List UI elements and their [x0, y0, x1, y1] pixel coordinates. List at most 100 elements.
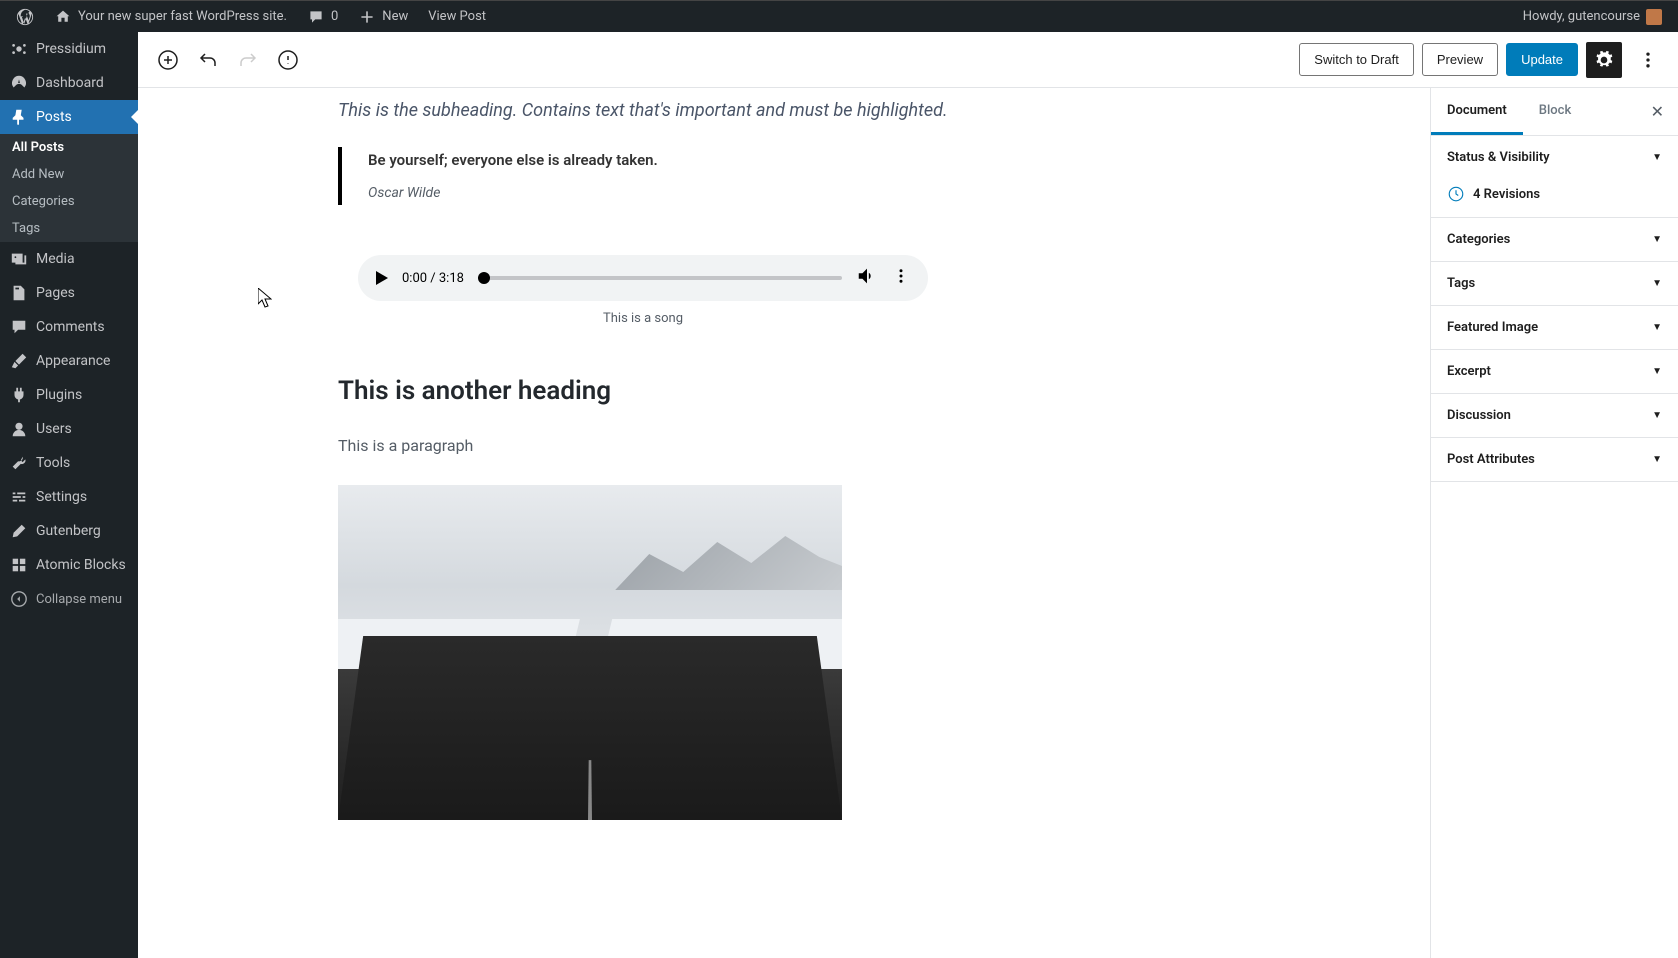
collapse-label: Collapse menu [36, 592, 122, 607]
settings-sidebar: Document Block ✕ Status & Visibility ▼ 4… [1430, 88, 1678, 958]
sidebar-item-posts[interactable]: Posts [0, 100, 138, 134]
collapse-menu[interactable]: Collapse menu [0, 582, 138, 616]
menu-label: Comments [36, 319, 105, 335]
panel-title: Tags [1447, 276, 1475, 291]
preview-button[interactable]: Preview [1422, 43, 1498, 76]
menu-label: Pressidium [36, 41, 106, 57]
undo-button[interactable] [190, 42, 226, 78]
chevron-down-icon: ▼ [1652, 322, 1662, 333]
menu-label: Atomic Blocks [36, 557, 126, 573]
quote-citation: Oscar Wilde [368, 185, 440, 201]
switch-to-draft-button[interactable]: Switch to Draft [1299, 43, 1414, 76]
add-block-button[interactable] [150, 42, 186, 78]
volume-icon[interactable] [856, 265, 878, 291]
menu-label: Pages [36, 285, 75, 301]
sidebar-item-appearance[interactable]: Appearance [0, 344, 138, 378]
audio-time: 0:00 / 3:18 [402, 271, 464, 286]
howdy-text: Howdy, gutencourse [1523, 9, 1640, 24]
audio-caption[interactable]: This is a song [358, 311, 928, 326]
submenu-add-new[interactable]: Add New [0, 161, 138, 188]
more-options-button[interactable] [1630, 42, 1666, 78]
submenu-all-posts[interactable]: All Posts [0, 134, 138, 161]
wordpress-logo-item[interactable] [8, 1, 42, 33]
close-panel-button[interactable]: ✕ [1637, 88, 1678, 135]
sidebar-item-comments[interactable]: Comments [0, 310, 138, 344]
editor-wrapper: Switch to Draft Preview Update This is t… [138, 32, 1678, 958]
content-structure-button[interactable] [270, 42, 306, 78]
update-button[interactable]: Update [1506, 43, 1578, 76]
image-block[interactable] [338, 485, 842, 820]
panel-excerpt[interactable]: Excerpt ▼ [1431, 350, 1678, 393]
brush-icon [10, 352, 28, 370]
heading-block[interactable]: This is another heading [338, 376, 948, 406]
panel-discussion[interactable]: Discussion ▼ [1431, 394, 1678, 437]
revisions-link[interactable]: 4 Revisions [1447, 185, 1662, 203]
tab-block[interactable]: Block [1523, 89, 1587, 135]
audio-player: 0:00 / 3:18 [358, 255, 928, 301]
user-icon [10, 420, 28, 438]
play-icon[interactable] [376, 271, 388, 285]
sidebar-item-pressidium[interactable]: Pressidium [0, 32, 138, 66]
comments-icon [10, 318, 28, 336]
chevron-down-icon: ▼ [1652, 152, 1662, 163]
menu-label: Settings [36, 489, 87, 505]
panel-title: Status & Visibility [1447, 150, 1550, 165]
panel-featured-image[interactable]: Featured Image ▼ [1431, 306, 1678, 349]
comments-item[interactable]: 0 [299, 1, 346, 33]
site-name-item[interactable]: Your new super fast WordPress site. [46, 1, 295, 33]
panel-status-visibility[interactable]: Status & Visibility ▼ [1431, 136, 1678, 179]
pages-icon [10, 284, 28, 302]
panel-categories[interactable]: Categories ▼ [1431, 218, 1678, 261]
panel-title: Post Attributes [1447, 452, 1535, 467]
audio-seek-bar[interactable] [478, 276, 842, 280]
chevron-down-icon: ▼ [1652, 366, 1662, 377]
comment-count: 0 [331, 9, 338, 24]
sidebar-item-settings[interactable]: Settings [0, 480, 138, 514]
new-content-item[interactable]: New [350, 1, 416, 33]
sidebar-item-users[interactable]: Users [0, 412, 138, 446]
new-label: New [382, 9, 408, 24]
wordpress-logo-icon [16, 8, 34, 26]
paragraph-block[interactable]: This is a paragraph [338, 436, 948, 455]
menu-label: Users [36, 421, 72, 437]
avatar-icon [1646, 9, 1662, 25]
plus-icon [358, 8, 376, 26]
tab-document[interactable]: Document [1431, 89, 1523, 135]
settings-gear-button[interactable] [1586, 42, 1622, 78]
history-icon [1447, 185, 1465, 203]
dashboard-icon [10, 74, 28, 92]
collapse-icon [10, 590, 28, 608]
panel-title: Featured Image [1447, 320, 1538, 335]
editor-header: Switch to Draft Preview Update [138, 32, 1678, 88]
chevron-down-icon: ▼ [1652, 234, 1662, 245]
sidebar-item-plugins[interactable]: Plugins [0, 378, 138, 412]
quote-block[interactable]: Be yourself; everyone else is already ta… [338, 147, 948, 205]
editor-canvas[interactable]: This is the subheading. Contains text th… [138, 88, 1430, 958]
chevron-down-icon: ▼ [1652, 278, 1662, 289]
user-account-item[interactable]: Howdy, gutencourse [1515, 1, 1670, 33]
media-icon [10, 250, 28, 268]
submenu-tags[interactable]: Tags [0, 215, 138, 242]
sidebar-item-tools[interactable]: Tools [0, 446, 138, 480]
view-post-item[interactable]: View Post [420, 1, 494, 33]
menu-label: Gutenberg [36, 523, 101, 539]
seek-handle[interactable] [478, 272, 490, 284]
menu-label: Appearance [36, 353, 110, 369]
admin-sidebar: Pressidium Dashboard Posts All Posts Add… [0, 32, 138, 958]
menu-label: Plugins [36, 387, 82, 403]
sidebar-item-dashboard[interactable]: Dashboard [0, 66, 138, 100]
subheading-block[interactable]: This is the subheading. Contains text th… [338, 88, 948, 139]
sidebar-item-atomic-blocks[interactable]: Atomic Blocks [0, 548, 138, 582]
sidebar-item-pages[interactable]: Pages [0, 276, 138, 310]
redo-button[interactable] [230, 42, 266, 78]
panel-title: Excerpt [1447, 364, 1491, 379]
submenu-categories[interactable]: Categories [0, 188, 138, 215]
panel-tags[interactable]: Tags ▼ [1431, 262, 1678, 305]
panel-title: Discussion [1447, 408, 1511, 423]
sidebar-item-gutenberg[interactable]: Gutenberg [0, 514, 138, 548]
audio-block[interactable]: 0:00 / 3:18 This is a song [358, 255, 928, 326]
panel-post-attributes[interactable]: Post Attributes ▼ [1431, 438, 1678, 481]
audio-more-icon[interactable] [892, 267, 910, 289]
sidebar-item-media[interactable]: Media [0, 242, 138, 276]
plug-icon [10, 386, 28, 404]
